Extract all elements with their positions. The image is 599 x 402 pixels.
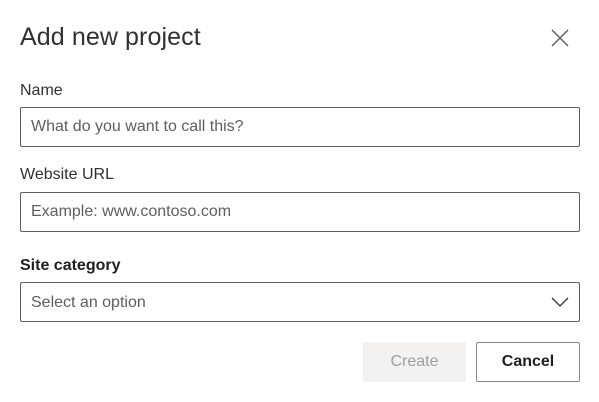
site-category-select[interactable]: Select an option — [20, 282, 580, 322]
site-category-selected-value: Select an option — [31, 294, 146, 311]
add-project-dialog: Add new project Name Website URL Site ca… — [0, 0, 599, 402]
website-url-label: Website URL — [20, 166, 114, 183]
name-label: Name — [20, 82, 63, 99]
close-button[interactable] — [546, 24, 574, 52]
chevron-down-icon — [551, 297, 569, 307]
close-icon — [551, 29, 569, 47]
website-url-input[interactable] — [20, 192, 580, 232]
site-category-label: Site category — [20, 257, 121, 274]
dialog-title: Add new project — [20, 23, 201, 51]
name-input[interactable] — [20, 107, 580, 147]
create-button[interactable]: Create — [363, 342, 466, 382]
cancel-button[interactable]: Cancel — [476, 342, 580, 382]
